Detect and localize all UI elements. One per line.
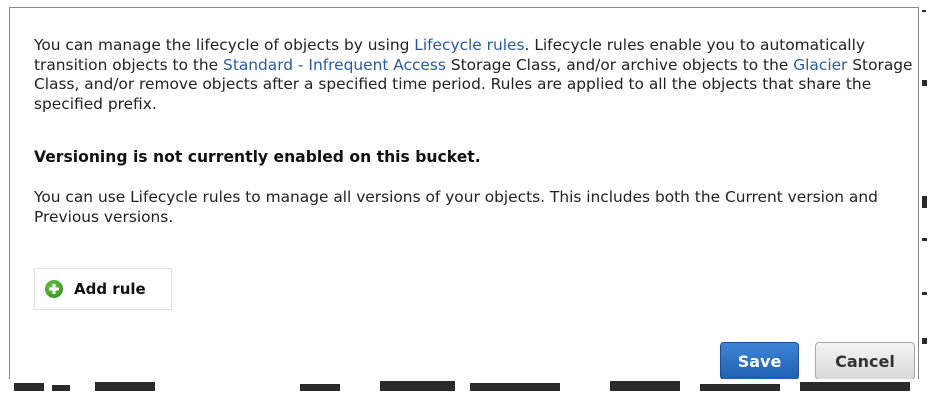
intro-text-1: You can manage the lifecycle of objects … (34, 36, 415, 54)
versioning-text: You can use Lifecycle rules to manage al… (34, 188, 878, 226)
versioning-heading: Versioning is not currently enabled on t… (34, 148, 481, 166)
plus-circle-icon (45, 280, 63, 298)
intro-text-3: Storage Class, and/or archive objects to… (445, 55, 794, 74)
background-page-fragment (0, 379, 928, 393)
glacier-link[interactable]: Glacier (793, 56, 847, 74)
lifecycle-panel: You can manage the lifecycle of objects … (9, 7, 919, 380)
add-rule-button[interactable]: Add rule (34, 268, 172, 310)
lifecycle-rules-link[interactable]: Lifecycle rules (414, 36, 524, 54)
lifecycle-dialog-screen: You can manage the lifecycle of objects … (0, 0, 928, 393)
background-page-edge (919, 0, 928, 393)
add-rule-label: Add rule (74, 280, 146, 298)
standard-ia-link[interactable]: Standard - Infrequent Access (223, 56, 446, 74)
cancel-button[interactable]: Cancel (815, 342, 915, 380)
save-button[interactable]: Save (720, 342, 799, 380)
lifecycle-intro-text: You can manage the lifecycle of objects … (34, 36, 914, 114)
